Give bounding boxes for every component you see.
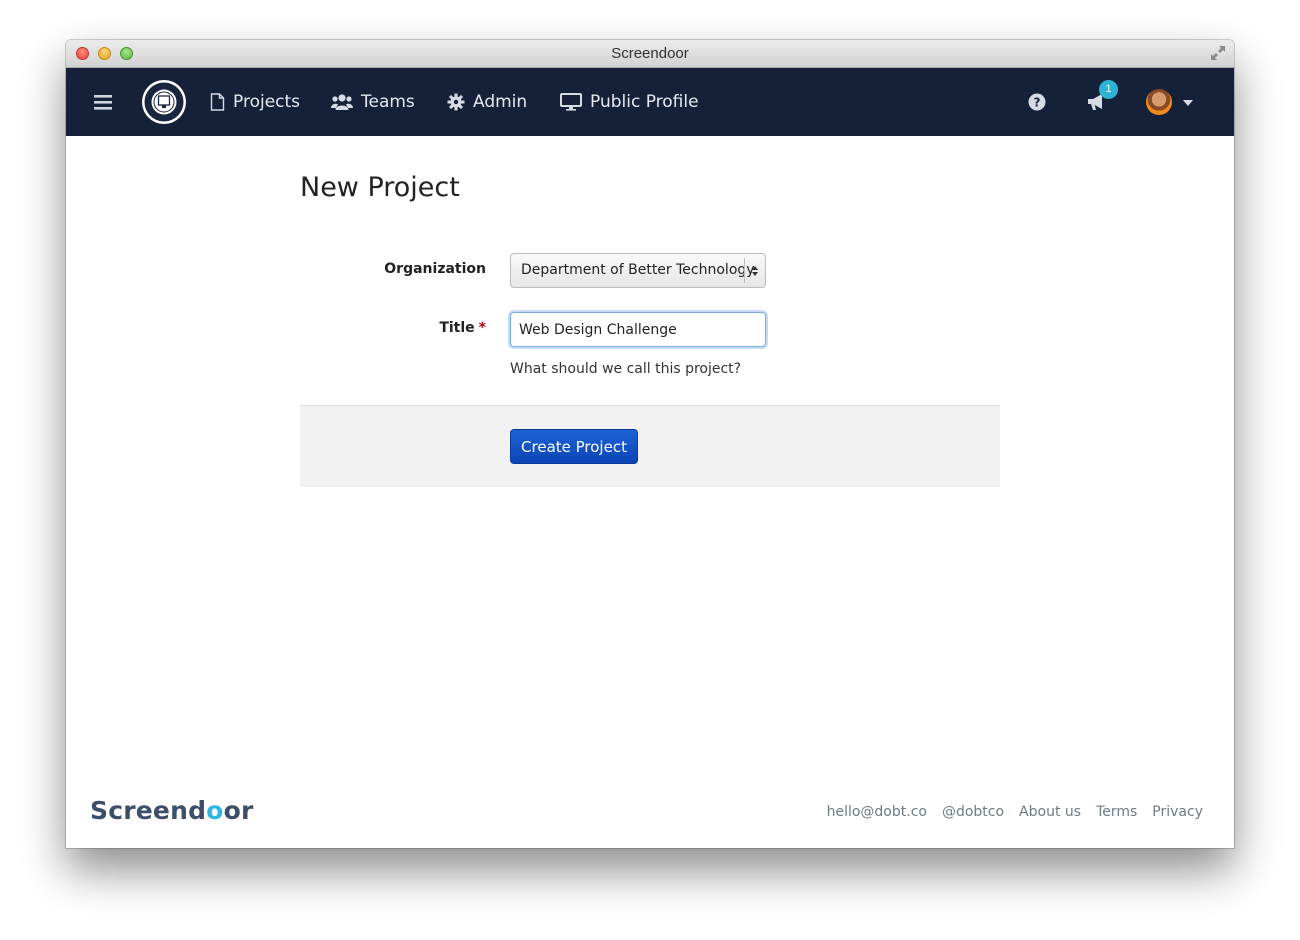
nav-teams[interactable]: Teams	[331, 68, 415, 136]
svg-text:?: ?	[1034, 96, 1041, 110]
organization-label: Organization	[384, 261, 486, 277]
nav-admin[interactable]: Admin	[447, 68, 527, 136]
footer-link-email[interactable]: hello@dobt.co	[827, 804, 927, 820]
footer-link-privacy[interactable]: Privacy	[1152, 804, 1203, 820]
window-titlebar: Screendoor	[66, 40, 1234, 68]
footer-logo-prefix: Screend	[90, 796, 207, 825]
form-actions-bar: Create Project	[300, 405, 1000, 487]
organization-seal-logo[interactable]	[141, 79, 187, 125]
title-input[interactable]	[510, 312, 766, 347]
select-divider	[744, 258, 745, 283]
help-icon[interactable]: ?	[1028, 93, 1046, 111]
window-title: Screendoor	[611, 45, 689, 62]
footer-link-about[interactable]: About us	[1019, 804, 1081, 820]
page-title: New Project	[300, 172, 460, 203]
users-icon	[331, 94, 353, 110]
fullscreen-icon[interactable]	[1210, 45, 1226, 61]
required-marker: *	[478, 320, 486, 336]
document-icon	[210, 93, 225, 111]
user-avatar[interactable]	[1146, 89, 1172, 115]
gear-icon	[447, 93, 465, 111]
browser-window: Screendoor Projects Teams Admin Public P…	[66, 40, 1234, 848]
organization-select-value: Department of Better Technology	[521, 262, 755, 278]
menu-icon[interactable]	[94, 93, 114, 111]
notification-badge: 1	[1099, 80, 1118, 99]
top-navbar: Projects Teams Admin Public Profile ? 1	[66, 68, 1234, 136]
create-project-button[interactable]: Create Project	[510, 429, 638, 464]
footer-logo-suffix: or	[223, 796, 254, 825]
nav-teams-label: Teams	[361, 92, 415, 112]
title-label: Title *	[300, 320, 486, 336]
footer-logo[interactable]: Screendoor	[90, 796, 253, 825]
nav-admin-label: Admin	[473, 92, 528, 112]
footer-link-terms[interactable]: Terms	[1096, 804, 1137, 820]
nav-public-profile-label: Public Profile	[590, 92, 699, 112]
organization-select[interactable]: Department of Better Technology	[510, 253, 766, 288]
monitor-icon	[560, 93, 582, 111]
nav-projects[interactable]: Projects	[210, 68, 300, 136]
nav-projects-label: Projects	[233, 92, 301, 112]
nav-public-profile[interactable]: Public Profile	[560, 68, 699, 136]
select-arrows-icon	[752, 266, 758, 276]
title-label-text: Title	[439, 320, 475, 336]
footer-logo-accent: o	[206, 796, 224, 825]
footer-links: hello@dobt.co @dobtco About us Terms Pri…	[827, 804, 1203, 820]
chevron-down-icon[interactable]	[1183, 100, 1193, 106]
title-help-text: What should we call this project?	[510, 361, 742, 377]
footer-link-twitter[interactable]: @dobtco	[942, 804, 1004, 820]
